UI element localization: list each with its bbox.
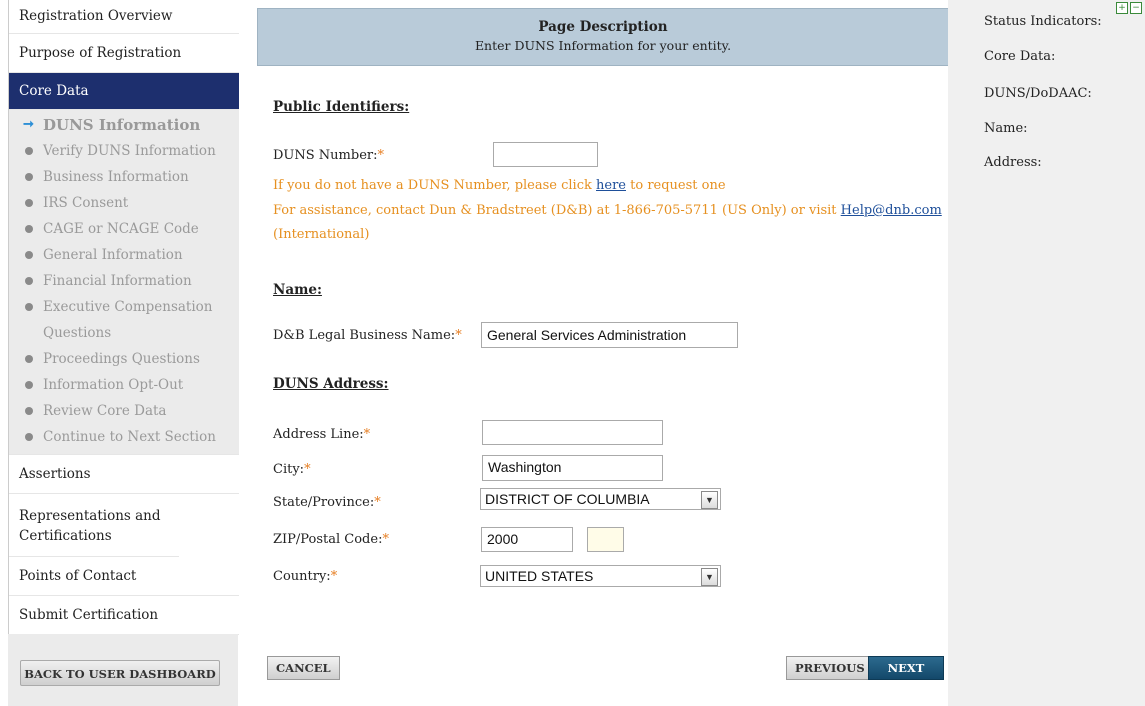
subnav-cage-ncage-code[interactable]: CAGE or NCAGE Code (9, 216, 239, 242)
back-to-dashboard-button[interactable]: BACK TO USER DASHBOARD (20, 660, 220, 686)
status-address: Address: (984, 155, 1042, 170)
main-content: Page Description Enter DUNS Information … (240, 0, 949, 706)
bullet-icon (25, 173, 33, 181)
subnav-verify-duns-information[interactable]: Verify DUNS Information (9, 138, 239, 164)
city-input[interactable]: Washington (482, 455, 663, 481)
subnav-irs-consent[interactable]: IRS Consent (9, 190, 239, 216)
subnav-executive-compensation[interactable]: Executive Compensation Questions (9, 294, 239, 346)
state-province-label: State/Province:* (273, 495, 381, 510)
nav-points-of-contact[interactable]: Points of Contact (9, 557, 239, 596)
required-marker: * (330, 569, 338, 584)
nav-submit-certification[interactable]: Submit Certification (9, 596, 239, 635)
collapse-icon[interactable]: − (1130, 2, 1142, 14)
duns-help-text: If you do not have a DUNS Number, please… (273, 178, 726, 193)
city-label: City:* (273, 462, 311, 477)
bullet-icon (25, 225, 33, 233)
cancel-button[interactable]: CANCEL (267, 656, 340, 680)
next-button[interactable]: NEXT (868, 656, 944, 680)
status-indicators-title: Status Indicators: (984, 14, 1102, 29)
address-line-label: Address Line:* (273, 427, 371, 442)
bullet-icon (25, 199, 33, 207)
current-step-arrow-icon: ➞ (23, 117, 34, 132)
chevron-down-icon[interactable]: ▼ (701, 568, 718, 586)
duns-address-heading: DUNS Address: (273, 376, 389, 392)
required-marker: * (382, 532, 389, 547)
page-description-title: Page Description (538, 19, 668, 35)
public-identifiers-heading: Public Identifiers: (273, 99, 410, 115)
name-heading: Name: (273, 282, 322, 298)
nav-reps-and-certs[interactable]: Representations and Certifications (9, 494, 179, 557)
zip-extension-input[interactable] (587, 527, 624, 552)
nav-registration-overview[interactable]: Registration Overview (9, 0, 239, 34)
bullet-icon (25, 381, 33, 389)
status-indicators-panel: Status Indicators: Core Data: DUNS/DoDAA… (948, 0, 1145, 706)
nav-assertions[interactable]: Assertions (9, 455, 239, 494)
duns-number-input[interactable] (493, 142, 598, 167)
dnb-assistance-international: (International) (273, 227, 370, 242)
zip-code-input[interactable]: 2000 (481, 527, 573, 552)
subnav-general-information[interactable]: General Information (9, 242, 239, 268)
subnav-information-opt-out[interactable]: Information Opt-Out (9, 372, 239, 398)
page-description-box: Page Description Enter DUNS Information … (257, 8, 949, 66)
bullet-icon (25, 433, 33, 441)
bullet-icon (25, 147, 33, 155)
nav-core-data[interactable]: Core Data (9, 73, 239, 110)
required-marker: * (363, 427, 371, 442)
state-province-select[interactable]: DISTRICT OF COLUMBIA ▼ (480, 488, 721, 510)
bullet-icon (25, 355, 33, 363)
dnb-assistance-text: For assistance, contact Dun & Bradstreet… (273, 203, 942, 218)
status-name: Name: (984, 121, 1028, 136)
subnav-business-information[interactable]: Business Information (9, 164, 239, 190)
page-description-text: Enter DUNS Information for your entity. (474, 38, 732, 53)
expand-icon[interactable]: + (1116, 2, 1128, 14)
required-marker: * (374, 495, 381, 510)
subnav-proceedings-questions[interactable]: Proceedings Questions (9, 346, 239, 372)
dnb-help-email-link[interactable]: Help@dnb.com (841, 203, 942, 218)
subnav-review-core-data[interactable]: Review Core Data (9, 398, 239, 424)
country-label: Country:* (273, 569, 338, 584)
bullet-icon (25, 277, 33, 285)
zip-postal-code-label: ZIP/Postal Code:* (273, 532, 389, 547)
subnav-financial-information[interactable]: Financial Information (9, 268, 239, 294)
legal-business-name-label: D&B Legal Business Name:* (273, 328, 462, 343)
legal-business-name-input[interactable]: General Services Administration (481, 322, 738, 348)
request-duns-link[interactable]: here (596, 178, 626, 193)
country-select[interactable]: UNITED STATES ▼ (480, 565, 721, 587)
bullet-icon (25, 407, 33, 415)
chevron-down-icon[interactable]: ▼ (701, 491, 718, 509)
bullet-icon (25, 303, 33, 311)
address-line-input[interactable] (482, 420, 663, 445)
nav-purpose-of-registration[interactable]: Purpose of Registration (9, 34, 239, 73)
previous-button[interactable]: PREVIOUS (786, 656, 874, 680)
required-marker: * (455, 328, 462, 343)
status-duns-dodaac: DUNS/DoDAAC: (984, 86, 1092, 101)
subnav-duns-information[interactable]: ➞ DUNS Information (9, 112, 239, 138)
bullet-icon (25, 251, 33, 259)
expand-collapse-controls: + − (1116, 2, 1142, 14)
registration-sidebar: Registration Overview Purpose of Registr… (8, 0, 239, 706)
core-data-subnav: ➞ DUNS Information Verify DUNS Informati… (9, 110, 239, 455)
duns-number-label: DUNS Number:* (273, 148, 384, 163)
status-core-data: Core Data: (984, 49, 1056, 64)
required-marker: * (377, 148, 384, 163)
subnav-continue-next-section[interactable]: Continue to Next Section (9, 424, 239, 450)
required-marker: * (304, 462, 311, 477)
